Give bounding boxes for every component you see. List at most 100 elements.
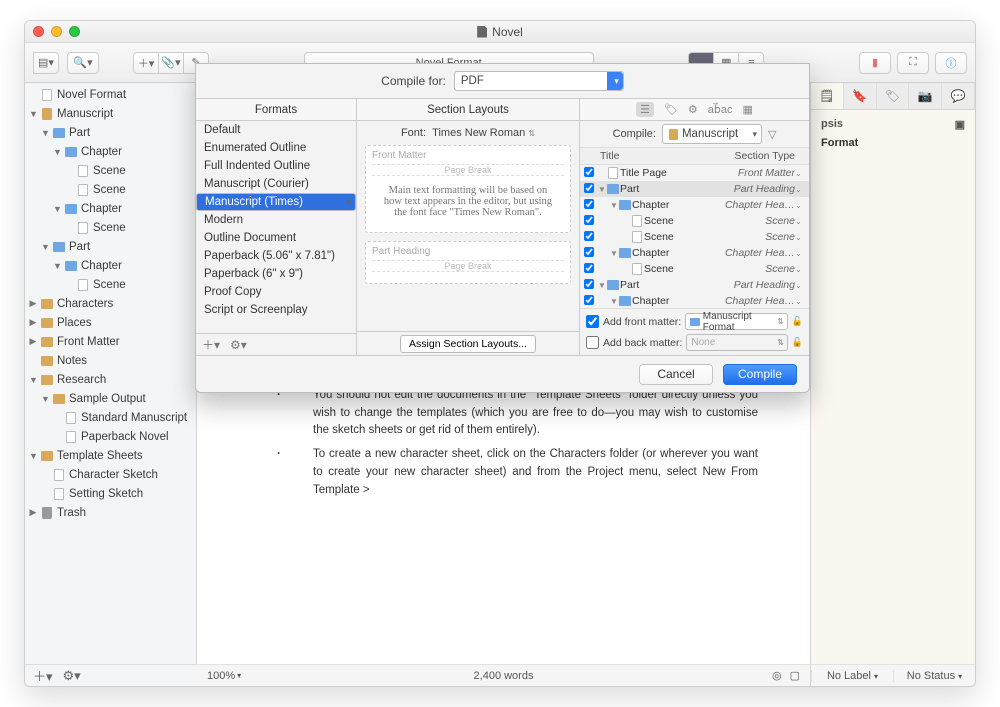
compile-tree[interactable]: Title Page Front Matter ⌄ ▼ Part Part He… (580, 165, 809, 308)
section-type[interactable]: Chapter Hea… (713, 199, 795, 211)
chevron-down-icon[interactable]: ⌄ (795, 281, 805, 290)
section-type[interactable]: Scene (713, 263, 795, 275)
disclosure-icon[interactable]: ▶ (29, 336, 37, 347)
chevron-down-icon[interactable]: ⌄ (795, 217, 805, 226)
disclosure-icon[interactable]: ▼ (53, 204, 61, 214)
disclosure-icon[interactable]: ▶ (29, 298, 37, 309)
compile-tree-row[interactable]: Scene Scene ⌄ (580, 261, 809, 277)
include-checkbox[interactable] (584, 247, 594, 257)
format-row[interactable]: Proof Copy (196, 283, 356, 301)
compose-button[interactable]: ⛶ (897, 52, 929, 74)
disclosure-icon[interactable]: ▶ (29, 507, 37, 518)
binder-row[interactable]: ▼ Template Sheets (25, 446, 196, 465)
binder-row[interactable]: Standard Manuscript (25, 408, 196, 427)
lock-icon[interactable]: 🔓 (792, 316, 803, 327)
section-type[interactable]: Chapter Hea… (713, 295, 795, 307)
binder-row[interactable]: ▶ Trash (25, 503, 196, 522)
opt-tag-icon[interactable]: 🏷 (664, 103, 678, 116)
binder-row[interactable]: ▼ Part (25, 237, 196, 256)
search-button[interactable]: 🔍▾ (67, 52, 99, 74)
compile-tree-row[interactable]: ▼ Part Part Heading ⌄ (580, 277, 809, 293)
add-button[interactable]: ＋▾ (133, 52, 159, 74)
binder-row[interactable]: Paperback Novel (25, 427, 196, 446)
layout-part-heading[interactable]: Part Heading Page Break (365, 241, 571, 284)
status-picker[interactable]: No Status ▾ (893, 670, 975, 682)
binder[interactable]: Novel Format ▼ Manuscript ▼ Part ▼ Chapt… (25, 83, 197, 686)
disclosure-icon[interactable]: ▼ (53, 261, 61, 271)
label-picker[interactable]: No Label ▾ (811, 670, 893, 682)
minimize-icon[interactable] (51, 26, 62, 37)
chevron-down-icon[interactable]: ⌄ (795, 297, 805, 306)
binder-row[interactable]: ▼ Manuscript (25, 104, 196, 123)
editor-paragraph[interactable]: You should not edit the documents in the… (283, 387, 758, 440)
tab-notes[interactable]: 🗒 (811, 83, 844, 109)
include-checkbox[interactable] (584, 167, 594, 177)
format-row[interactable]: Outline Document (196, 229, 356, 247)
binder-row[interactable]: ▶ Front Matter (25, 332, 196, 351)
bookmarks-button[interactable]: ▮ (859, 52, 891, 74)
add-back-matter-checkbox[interactable] (586, 336, 599, 349)
attach-button[interactable]: 📎▾ (158, 52, 184, 74)
chevron-down-icon[interactable]: ⌄ (795, 249, 805, 258)
disclosure-icon[interactable]: ▼ (610, 249, 618, 258)
tab-comments[interactable]: 💬 (942, 83, 975, 109)
tab-bookmark[interactable]: 🔖 (844, 83, 877, 109)
compile-tree-row[interactable]: Scene Scene ⌄ (580, 213, 809, 229)
font-select[interactable]: Times New Roman ⇅ (432, 127, 535, 139)
binder-row[interactable]: ▼ Part (25, 123, 196, 142)
disclosure-icon[interactable]: ▼ (29, 109, 37, 119)
binder-row[interactable]: Scene (25, 218, 196, 237)
compile-tree-row[interactable]: Title Page Front Matter ⌄ (580, 165, 809, 181)
binder-row[interactable]: Setting Sketch (25, 484, 196, 503)
add-front-matter-checkbox[interactable] (586, 315, 599, 328)
include-checkbox[interactable] (584, 183, 594, 193)
chevron-down-icon[interactable]: ⌄ (795, 169, 805, 178)
chevron-down-icon[interactable]: ⌄ (795, 265, 805, 274)
disclosure-icon[interactable]: ▼ (610, 201, 618, 210)
chevron-down-icon[interactable]: ⌄ (795, 233, 805, 242)
opt-list-icon[interactable]: ☰ (636, 102, 654, 117)
format-row[interactable]: Paperback (6" x 9") (196, 265, 356, 283)
compile-tree-row[interactable]: ▼ Chapter Chapter Hea… ⌄ (580, 197, 809, 213)
format-row[interactable]: Manuscript (Times) (196, 193, 356, 211)
binder-row[interactable]: Novel Format (25, 85, 196, 104)
inspector-tabs[interactable]: 🗒 🔖 🏷 📷 💬 (811, 83, 975, 110)
opt-replace-icon[interactable]: ab⃗ac (708, 103, 733, 116)
tab-snapshots[interactable]: 📷 (909, 83, 942, 109)
disclosure-icon[interactable]: ▶ (29, 317, 37, 328)
compile-scope-select[interactable]: Manuscript (662, 124, 762, 144)
layout-front-matter[interactable]: Front Matter Page Break Main text format… (365, 145, 571, 233)
format-row[interactable]: Script or Screenplay (196, 301, 356, 319)
format-add-icon[interactable]: ＋▾ (202, 336, 220, 353)
formats-list[interactable]: DefaultEnumerated OutlineFull Indented O… (196, 121, 356, 333)
binder-row[interactable]: Scene (25, 161, 196, 180)
disclosure-icon[interactable]: ▼ (53, 147, 61, 157)
disclosure-icon[interactable]: ▼ (41, 128, 49, 138)
format-row[interactable]: Full Indented Outline (196, 157, 356, 175)
filter-icon[interactable]: ▽ (768, 128, 776, 141)
binder-add-icon[interactable]: ＋▾ (33, 666, 53, 685)
disclosure-icon[interactable]: ▼ (610, 297, 618, 306)
opt-meta-icon[interactable]: ▦ (743, 103, 753, 116)
tab-metadata[interactable]: 🏷 (877, 83, 910, 109)
inspector-toggle[interactable]: ⓘ (935, 52, 967, 74)
tree-col-title[interactable]: Title (580, 150, 717, 162)
section-type[interactable]: Part Heading (713, 279, 795, 291)
binder-row[interactable]: Character Sketch (25, 465, 196, 484)
binder-row[interactable]: ▼ Research (25, 370, 196, 389)
tree-col-type[interactable]: Section Type (717, 150, 809, 162)
disclosure-icon[interactable]: ▼ (41, 242, 49, 252)
view-button[interactable]: ▤▾ (33, 52, 59, 74)
section-type[interactable]: Front Matter (713, 167, 795, 179)
format-row[interactable]: Default (196, 121, 356, 139)
editor-paragraph[interactable]: To create a new character sheet, click o… (283, 446, 758, 499)
section-type[interactable]: Scene (713, 215, 795, 227)
compile-tree-row[interactable]: ▼ Chapter Chapter Hea… ⌄ (580, 293, 809, 308)
section-type[interactable]: Part Heading (713, 183, 795, 195)
compile-for-select[interactable]: PDF (454, 71, 624, 91)
compile-tree-row[interactable]: ▼ Part Part Heading ⌄ (580, 181, 809, 197)
disclosure-icon[interactable]: ▼ (41, 394, 49, 404)
chevron-down-icon[interactable]: ⌄ (795, 185, 805, 194)
chevron-down-icon[interactable]: ⌄ (795, 201, 805, 210)
section-type[interactable]: Scene (713, 231, 795, 243)
